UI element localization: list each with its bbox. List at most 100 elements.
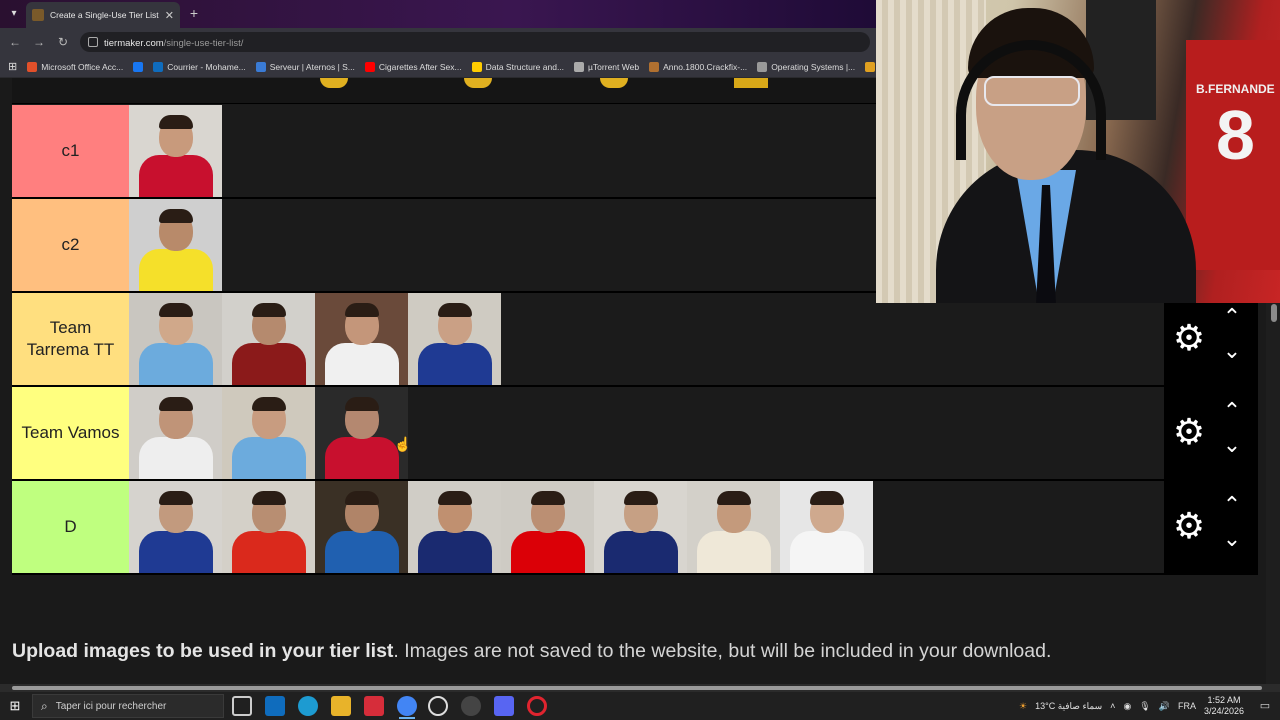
player-photo-tile[interactable] — [129, 199, 222, 291]
bookmark-item[interactable] — [133, 61, 144, 72]
jersey — [418, 343, 492, 385]
taskbar-search-box[interactable]: ⌕ Taper ici pour rechercher — [32, 694, 224, 718]
tier-label[interactable]: Team Vamos — [12, 387, 129, 479]
volume-icon[interactable]: 🔊 — [1159, 701, 1170, 712]
forward-arrow-icon[interactable]: → — [32, 35, 46, 49]
player-photo-tile[interactable] — [129, 105, 222, 197]
horizontal-scrollbar[interactable] — [0, 684, 1280, 692]
player-photo-tile[interactable] — [222, 293, 315, 385]
player-photo-tile[interactable] — [129, 293, 222, 385]
chrome-icon[interactable] — [397, 696, 417, 716]
bookmark-favicon-icon — [865, 61, 876, 72]
hair — [159, 397, 193, 411]
player-photo-tile[interactable] — [780, 481, 873, 573]
weather-text[interactable]: 13°C سماء صافية — [1035, 701, 1102, 712]
bookmark-favicon-icon — [255, 61, 266, 72]
player-photo-tile[interactable] — [129, 387, 222, 479]
browser-tab-active[interactable]: Create a Single-Use Tier List (P ✕ — [26, 2, 180, 28]
bookmark-item[interactable]: Anno.1800.Crackfix-... — [649, 61, 747, 72]
bookmark-favicon-icon — [471, 61, 482, 72]
network-icon[interactable]: ◉ — [1123, 701, 1131, 712]
weather-icon[interactable]: ☀ — [1019, 701, 1027, 712]
jersey — [139, 249, 213, 291]
player-photo-tile[interactable] — [222, 481, 315, 573]
microphone-icon[interactable]: 🎙 — [1139, 701, 1150, 712]
bookmark-label: Courrier - Mohame... — [167, 61, 246, 72]
hair — [252, 491, 286, 505]
edge-icon[interactable] — [298, 696, 318, 716]
github-desktop-icon[interactable] — [461, 696, 481, 716]
horizontal-scroll-thumb[interactable] — [12, 686, 1262, 690]
discord-icon[interactable] — [494, 696, 514, 716]
clock-time: 1:52 AM — [1207, 695, 1241, 705]
gear-icon[interactable]: ⚙ — [1172, 320, 1206, 356]
player-photo-tile[interactable] — [315, 481, 408, 573]
apps-grid-icon[interactable]: ⊞ — [8, 60, 17, 73]
bookmark-item[interactable]: Cigarettes After Sex... — [364, 61, 462, 72]
player-photo-tile[interactable] — [129, 481, 222, 573]
hair — [438, 491, 472, 505]
back-arrow-icon[interactable]: ← — [8, 35, 22, 49]
chevron-down-icon[interactable]: ⌄ — [1220, 434, 1244, 456]
emoji-icon — [600, 78, 628, 88]
address-bar[interactable]: tiermaker.com/single-use-tier-list/ — [80, 32, 870, 52]
tier-label[interactable]: c2 — [12, 199, 129, 291]
emoji-icon — [320, 78, 348, 88]
tier-controls: ⚙ ⌃ ⌄ — [1164, 481, 1258, 573]
jersey — [139, 531, 213, 573]
player-photo-tile[interactable] — [687, 481, 780, 573]
obs-icon[interactable] — [428, 696, 448, 716]
screen: ▾ Create a Single-Use Tier List (P ✕ + ←… — [0, 0, 1280, 720]
windows-start-icon[interactable]: ⊞ — [8, 699, 22, 713]
hair — [531, 491, 565, 505]
tier-label[interactable]: Team Tarrema TT — [12, 293, 129, 385]
player-photo-tile[interactable] — [315, 293, 408, 385]
player-photo-tile[interactable] — [315, 387, 408, 479]
upload-note: . Images are not saved to the website, b… — [393, 640, 1052, 662]
upload-heading: Upload images to be used in your tier li… — [12, 640, 394, 662]
player-photo-tile[interactable] — [594, 481, 687, 573]
bookmark-favicon-icon — [757, 61, 768, 72]
player-photo-tile[interactable] — [501, 481, 594, 573]
outlook-icon[interactable] — [265, 696, 285, 716]
tab-close-icon[interactable]: ✕ — [165, 9, 174, 22]
notification-icon[interactable]: ▭ — [1258, 699, 1272, 713]
tab-search-icon[interactable]: ▾ — [6, 6, 22, 22]
bookmark-item[interactable]: Microsoft Office Acc... — [27, 61, 124, 72]
task-view-icon[interactable] — [232, 696, 252, 716]
reload-icon[interactable]: ↻ — [56, 35, 70, 49]
bookmark-item[interactable]: µTorrent Web — [574, 61, 639, 72]
player-photo-tile[interactable] — [408, 481, 501, 573]
chevron-up-icon[interactable]: ⌃ — [1220, 494, 1244, 516]
player-photo-tile[interactable] — [222, 387, 315, 479]
site-info-icon[interactable] — [88, 37, 98, 47]
hair — [624, 491, 658, 505]
new-tab-button[interactable]: + — [186, 6, 202, 22]
tier-row: D ⚙ ⌃ ⌄ — [12, 481, 1258, 575]
player-photo-tile[interactable] — [408, 293, 501, 385]
bookmark-label: Data Structure and... — [485, 61, 565, 72]
bookmark-favicon-icon — [133, 61, 144, 72]
chevron-down-icon[interactable]: ⌄ — [1220, 340, 1244, 362]
vertical-scroll-thumb[interactable] — [1271, 304, 1277, 322]
gear-icon[interactable]: ⚙ — [1172, 414, 1206, 450]
gear-icon[interactable]: ⚙ — [1172, 508, 1206, 544]
file-explorer-icon[interactable] — [331, 696, 351, 716]
bookmark-item[interactable]: Courrier - Mohame... — [153, 61, 246, 72]
chevron-up-icon[interactable]: ⌃ — [1220, 400, 1244, 422]
opera-icon[interactable] — [527, 696, 547, 716]
bookmark-item[interactable]: Serveur | Aternos | S... — [255, 61, 355, 72]
wps-office-icon[interactable] — [364, 696, 384, 716]
tier-label[interactable]: D — [12, 481, 129, 573]
tier-label[interactable]: c1 — [12, 105, 129, 197]
chevron-down-icon[interactable]: ⌄ — [1220, 528, 1244, 550]
chevron-up-icon[interactable]: ⌃ — [1220, 306, 1244, 328]
language-indicator[interactable]: FRA — [1178, 701, 1196, 711]
tier-items — [129, 293, 1258, 385]
emoji-icon — [464, 78, 492, 88]
bookmark-label: Microsoft Office Acc... — [41, 61, 124, 72]
bookmark-item[interactable]: Data Structure and... — [471, 61, 565, 72]
bookmark-item[interactable]: Operating Systems |... — [757, 61, 855, 72]
chevron-up-icon[interactable]: ˄ — [1110, 701, 1115, 711]
clock[interactable]: 1:52 AM 3/24/2026 — [1204, 695, 1244, 717]
